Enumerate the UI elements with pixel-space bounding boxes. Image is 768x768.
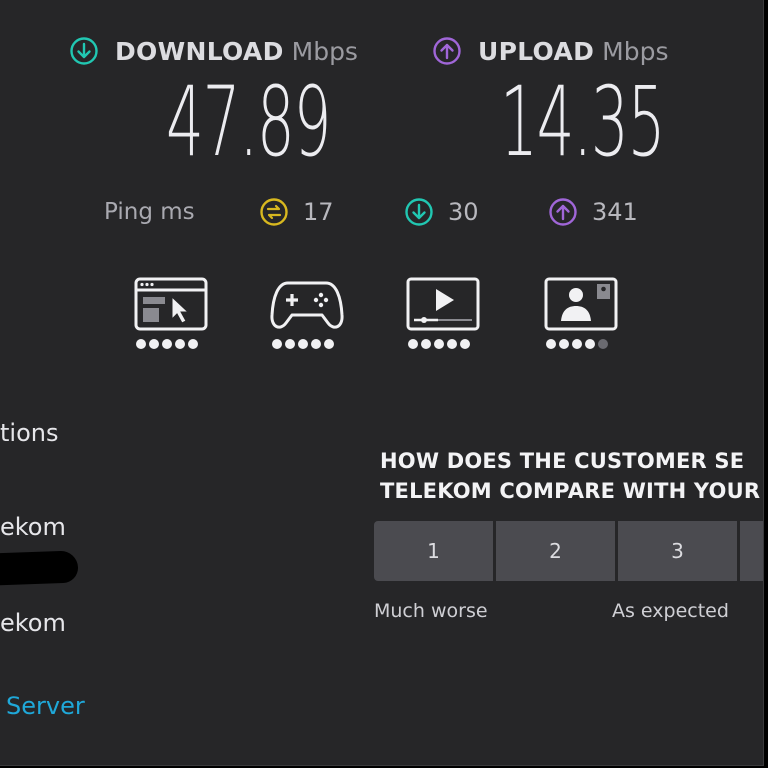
rating-dot-filled: [585, 339, 595, 349]
streaming-quality[interactable]: [406, 277, 480, 349]
ping-download: 30: [404, 197, 479, 227]
rating-dot-filled: [136, 339, 146, 349]
rating-dot-filled: [447, 339, 457, 349]
idle-latency-icon: [260, 198, 288, 226]
ping-upload-value: 341: [592, 198, 638, 226]
download-latency-icon: [405, 198, 433, 226]
browsing-rating-dots: [136, 339, 208, 349]
connections-label: tions: [0, 419, 59, 447]
rating-dot-empty: [598, 339, 608, 349]
rating-button-2[interactable]: 2: [496, 521, 615, 581]
download-unit: Mbps: [291, 36, 358, 66]
download-header: DOWNLOAD Mbps: [69, 36, 358, 66]
rating-button-4[interactable]: [740, 521, 763, 581]
gaming-rating-dots: [272, 339, 344, 349]
download-speed-value: 47.89: [166, 66, 331, 178]
rating-dot-filled: [272, 339, 282, 349]
download-label: DOWNLOAD: [115, 36, 284, 66]
rating-button-3[interactable]: 3: [618, 521, 737, 581]
survey-question: HOW DOES THE CUSTOMER SE TELEKOM COMPARE…: [380, 446, 760, 506]
survey-rating-row: 1 2 3: [374, 521, 763, 581]
rating-dot-filled: [162, 339, 172, 349]
streaming-icon: [406, 277, 480, 331]
rating-dot-filled: [421, 339, 431, 349]
survey-question-line2: TELEKOM COMPARE WITH YOUR: [380, 479, 761, 503]
rating-dot-filled: [434, 339, 444, 349]
upload-speed-value: 14.35: [500, 66, 665, 178]
upload-unit: Mbps: [602, 36, 669, 66]
rating-dot-filled: [188, 339, 198, 349]
rating-dot-filled: [324, 339, 334, 349]
ping-idle: 17: [259, 197, 334, 227]
survey-question-line1: HOW DOES THE CUSTOMER SE: [380, 449, 745, 473]
browsing-icon: [134, 277, 208, 331]
video-call-rating-dots: [546, 339, 618, 349]
ping-label: Ping ms: [104, 199, 195, 225]
scale-label-mid: As expected: [612, 600, 729, 622]
rating-dot-filled: [285, 339, 295, 349]
video-call-icon: [544, 277, 618, 331]
rating-dot-filled: [559, 339, 569, 349]
upload-header: UPLOAD Mbps: [432, 36, 669, 66]
ping-download-value: 30: [448, 198, 479, 226]
change-server-link[interactable]: Server: [6, 692, 85, 720]
download-arrow-icon: [70, 37, 98, 65]
rating-dot-filled: [460, 339, 470, 349]
rating-dot-filled: [149, 339, 159, 349]
browsing-quality[interactable]: [134, 277, 208, 349]
video-call-quality[interactable]: [544, 277, 618, 349]
streaming-rating-dots: [408, 339, 480, 349]
rating-dot-filled: [408, 339, 418, 349]
rating-dot-filled: [175, 339, 185, 349]
redacted-text: [0, 550, 79, 586]
provider-name: ekom: [0, 513, 66, 541]
server-provider-name: ekom: [0, 609, 66, 637]
gaming-quality[interactable]: [270, 277, 344, 349]
rating-dot-filled: [311, 339, 321, 349]
rating-button-1[interactable]: 1: [374, 521, 493, 581]
rating-dot-filled: [546, 339, 556, 349]
ping-upload: 341: [548, 197, 638, 227]
upload-arrow-icon: [433, 37, 461, 65]
gaming-icon: [270, 281, 344, 329]
rating-dot-filled: [572, 339, 582, 349]
upload-latency-icon: [549, 198, 577, 226]
upload-label: UPLOAD: [478, 36, 595, 66]
scale-label-low: Much worse: [374, 600, 488, 622]
rating-dot-filled: [298, 339, 308, 349]
speedtest-result-panel: DOWNLOAD Mbps 47.89 UPLOAD Mbps 14.35 Pi…: [0, 0, 764, 766]
ping-idle-value: 17: [303, 198, 334, 226]
